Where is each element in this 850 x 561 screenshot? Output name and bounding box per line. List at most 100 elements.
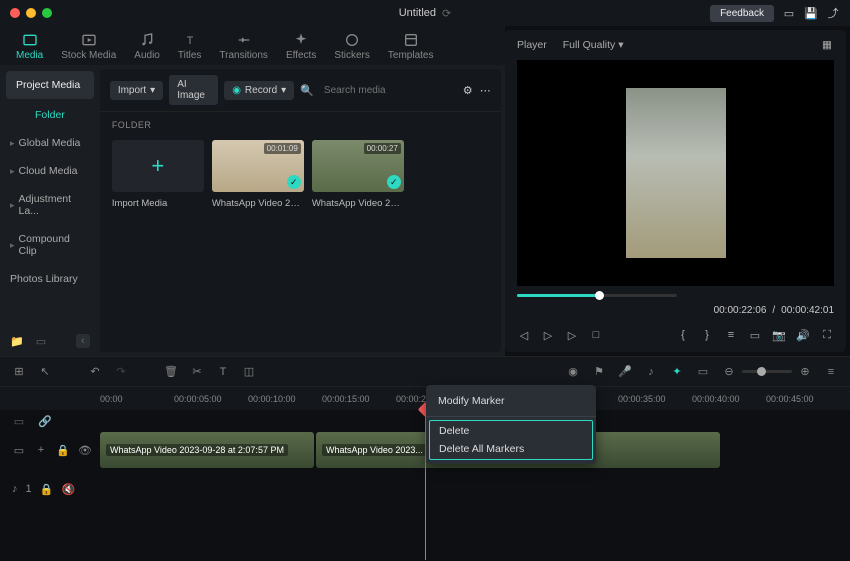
filter-icon[interactable]: ⚙ bbox=[462, 83, 474, 97]
video-preview[interactable] bbox=[517, 60, 834, 286]
time-separator: / bbox=[772, 305, 775, 316]
lock-track-icon[interactable]: 🔒 bbox=[56, 443, 70, 457]
link-icon[interactable]: ▭ bbox=[696, 365, 710, 379]
video-clip[interactable]: WhatsApp Video 2023-09-28 at 2:07:57 PM bbox=[100, 432, 314, 468]
media-thumbnail[interactable]: 00:00:27✓ WhatsApp Video 202... bbox=[312, 140, 404, 209]
settings-icon[interactable]: ≡ bbox=[724, 328, 738, 342]
crop-icon[interactable]: ◫ bbox=[242, 365, 256, 379]
import-media-tile[interactable]: + Import Media bbox=[112, 140, 204, 209]
screen-icon[interactable]: ▭ bbox=[748, 328, 762, 342]
camera-icon[interactable]: 📷 bbox=[772, 328, 786, 342]
titlebar: Untitled ⟳ Feedback ▭ 💾 ⤴ bbox=[0, 0, 850, 26]
media-toolbar: Import ▾ AI Image ◉ Record ▾ 🔍 ⚙ ⋯ bbox=[100, 69, 501, 112]
sidebar-compound-clip[interactable]: ▸Compound Clip bbox=[0, 225, 100, 265]
audio-mixer-icon[interactable]: ♪ bbox=[644, 365, 658, 379]
new-folder-icon[interactable]: 📁 bbox=[10, 334, 24, 348]
zoom-slider[interactable] bbox=[742, 370, 792, 373]
marker-icon[interactable]: ⚑ bbox=[592, 365, 606, 379]
chevron-right-icon: ▸ bbox=[10, 200, 15, 211]
separator bbox=[426, 416, 596, 417]
export-icon[interactable]: ⤴ bbox=[826, 6, 840, 20]
audio-track-icon: ♪ bbox=[12, 483, 18, 495]
minimize-window[interactable] bbox=[26, 8, 36, 18]
tab-audio[interactable]: Audio bbox=[134, 32, 160, 61]
undo-icon[interactable]: ↶ bbox=[88, 365, 102, 379]
tab-transitions[interactable]: Transitions bbox=[219, 32, 268, 61]
media-thumbnail[interactable]: 00:01:09✓ WhatsApp Video 202... bbox=[212, 140, 304, 209]
select-tool-icon[interactable]: ↖ bbox=[38, 365, 52, 379]
layout-icon[interactable]: ⊞ bbox=[12, 365, 26, 379]
snap-icon[interactable]: ✦ bbox=[670, 365, 684, 379]
feedback-button[interactable]: Feedback bbox=[710, 5, 774, 22]
tab-media[interactable]: Media bbox=[16, 32, 43, 61]
ctx-delete[interactable]: Delete bbox=[439, 425, 583, 443]
audio-track-number: 1 bbox=[26, 483, 32, 495]
media-sidebar: Project Media Folder ▸Global Media ▸Clou… bbox=[0, 65, 100, 356]
folder-header: FOLDER bbox=[100, 112, 501, 134]
collapse-sidebar-icon[interactable]: ‹ bbox=[76, 334, 90, 348]
tab-stickers[interactable]: Stickers bbox=[334, 32, 370, 61]
ctx-delete-highlighted[interactable]: Delete Delete All Markers bbox=[429, 420, 593, 460]
sidebar-project-media[interactable]: Project Media bbox=[6, 71, 94, 99]
tab-templates[interactable]: Templates bbox=[388, 32, 434, 61]
chevron-down-icon: ▾ bbox=[618, 39, 623, 51]
record-button[interactable]: ◉ Record ▾ bbox=[224, 81, 294, 100]
play-icon[interactable]: ▷ bbox=[565, 328, 579, 342]
close-window[interactable] bbox=[10, 8, 20, 18]
tab-stock-media[interactable]: Stock Media bbox=[61, 32, 116, 61]
zoom-out-icon[interactable]: ⊖ bbox=[722, 365, 736, 379]
save-icon[interactable]: 💾 bbox=[804, 6, 818, 20]
import-button[interactable]: Import ▾ bbox=[110, 81, 163, 100]
next-frame-icon[interactable]: ▷ bbox=[541, 328, 555, 342]
chevron-right-icon: ▸ bbox=[10, 138, 15, 149]
track-options-icon[interactable]: ≡ bbox=[824, 365, 838, 379]
tab-effects[interactable]: Effects bbox=[286, 32, 316, 61]
text-icon[interactable]: T bbox=[216, 365, 230, 379]
delete-icon[interactable]: 🗑 bbox=[164, 365, 178, 379]
stop-icon[interactable]: □ bbox=[589, 328, 603, 342]
prev-frame-icon[interactable]: ◁ bbox=[517, 328, 531, 342]
video-track-icon: ▭ bbox=[12, 443, 26, 457]
ctx-modify-marker[interactable]: Modify Marker bbox=[426, 389, 596, 413]
mark-out-icon[interactable]: } bbox=[700, 328, 714, 342]
link-toggle-icon[interactable]: 🔗 bbox=[38, 414, 52, 428]
mute-icon[interactable]: 🔇 bbox=[62, 482, 76, 496]
track-header-icon[interactable]: ▭ bbox=[12, 414, 26, 428]
fullscreen-icon[interactable]: ⛶ bbox=[820, 328, 834, 342]
more-icon[interactable]: ⋯ bbox=[479, 83, 491, 97]
add-track-icon[interactable]: + bbox=[34, 443, 48, 457]
clip-label: WhatsApp Video 2023... bbox=[322, 444, 427, 456]
sidebar-adjustment-layer[interactable]: ▸Adjustment La... bbox=[0, 185, 100, 225]
layout-icon[interactable]: ▭ bbox=[782, 6, 796, 20]
tab-titles[interactable]: TTitles bbox=[178, 32, 202, 61]
zoom-in-icon[interactable]: ⊕ bbox=[798, 365, 812, 379]
snapshot-icon[interactable]: ▦ bbox=[820, 38, 834, 52]
ai-image-button[interactable]: AI Image bbox=[169, 75, 218, 105]
current-time: 00:00:22:06 bbox=[714, 305, 767, 316]
progress-slider[interactable] bbox=[517, 294, 677, 297]
chevron-down-icon: ▾ bbox=[150, 85, 155, 96]
maximize-window[interactable] bbox=[42, 8, 52, 18]
lock-track-icon[interactable]: 🔒 bbox=[40, 482, 54, 496]
sidebar-folder[interactable]: Folder bbox=[0, 101, 100, 129]
search-input[interactable] bbox=[320, 85, 456, 96]
split-icon[interactable]: ✂ bbox=[190, 365, 204, 379]
svg-text:T: T bbox=[186, 35, 193, 47]
sidebar-photos-library[interactable]: Photos Library bbox=[0, 265, 100, 293]
project-title: Untitled ⟳ bbox=[399, 7, 452, 20]
volume-icon[interactable]: 🔊 bbox=[796, 328, 810, 342]
redo-icon[interactable]: ↷ bbox=[114, 365, 128, 379]
ctx-delete-all-markers[interactable]: Delete All Markers bbox=[439, 443, 583, 455]
mark-in-icon[interactable]: { bbox=[676, 328, 690, 342]
quality-dropdown[interactable]: Full Quality ▾ bbox=[563, 39, 624, 51]
player-panel: Player Full Quality ▾ ▦ 00:00:22:06 / 00… bbox=[505, 30, 846, 352]
chevron-right-icon: ▸ bbox=[10, 166, 15, 177]
duration-label: 00:01:09 bbox=[264, 143, 301, 154]
media-thumbnails: + Import Media 00:01:09✓ WhatsApp Video … bbox=[100, 134, 501, 215]
visibility-icon[interactable]: 👁 bbox=[78, 443, 92, 457]
sidebar-cloud-media[interactable]: ▸Cloud Media bbox=[0, 157, 100, 185]
new-bin-icon[interactable]: ▭ bbox=[34, 334, 48, 348]
voiceover-icon[interactable]: 🎤 bbox=[618, 365, 632, 379]
sidebar-global-media[interactable]: ▸Global Media bbox=[0, 129, 100, 157]
render-icon[interactable]: ◉ bbox=[566, 365, 580, 379]
